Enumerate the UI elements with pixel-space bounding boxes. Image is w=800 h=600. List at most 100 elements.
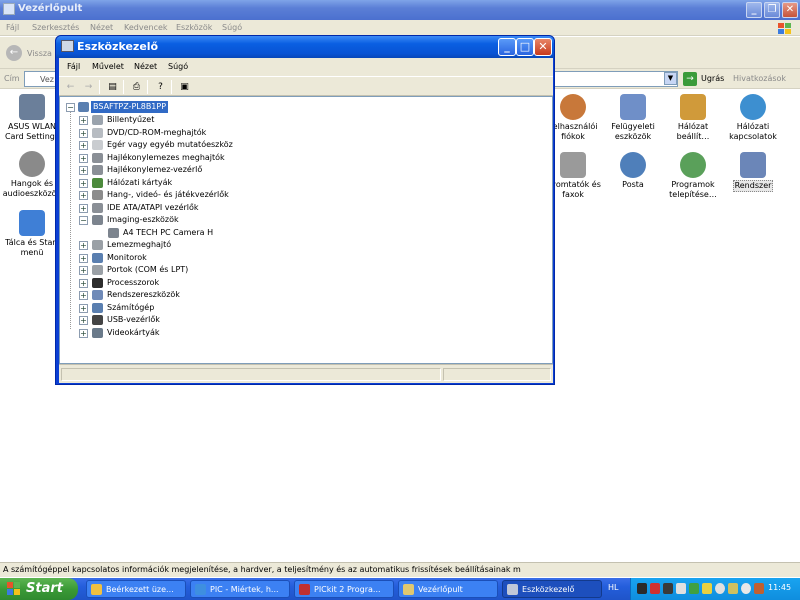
- device-manager-statusbar: [59, 364, 553, 383]
- go-button[interactable]: Ugrás: [701, 74, 724, 83]
- tray-icon[interactable]: [650, 583, 660, 594]
- tree-category[interactable]: + Billentyűzet: [60, 114, 360, 126]
- expand-icon[interactable]: +: [79, 166, 88, 175]
- tree-category[interactable]: + Hálózati kártyák: [60, 177, 360, 189]
- tree-category[interactable]: + Videokártyák: [60, 327, 360, 339]
- tree-category[interactable]: + DVD/CD-ROM-meghajtók: [60, 127, 360, 139]
- print-icon[interactable]: ⎙: [129, 80, 144, 94]
- tree-category[interactable]: + Lemezmeghajtó: [60, 239, 360, 251]
- tree-category[interactable]: + USB-vezérlők: [60, 314, 360, 326]
- tree-category[interactable]: + Hajlékonylemez-vezérlő: [60, 164, 360, 176]
- tree-device[interactable]: A4 TECH PC Camera H: [60, 227, 360, 239]
- menu-tools[interactable]: Eszközök: [176, 23, 212, 32]
- tree-category[interactable]: + Egér vagy egyéb mutatóeszköz: [60, 139, 360, 151]
- expand-icon[interactable]: +: [79, 153, 88, 163]
- tree-category[interactable]: + Hang-, videó- és játékvezérlők: [60, 189, 360, 201]
- dm-menu-view[interactable]: Nézet: [134, 62, 157, 71]
- language-indicator[interactable]: HL: [608, 583, 618, 592]
- go-arrow-icon[interactable]: →: [683, 72, 697, 86]
- forward-arrow-icon[interactable]: →: [81, 80, 96, 94]
- tree-category[interactable]: + Processzorok: [60, 277, 360, 289]
- cp-item-admin-tools[interactable]: Felügyeleti eszközök: [601, 94, 665, 142]
- menu-edit[interactable]: Szerkesztés: [32, 23, 79, 32]
- control-panel-titlebar[interactable]: Vezérlőpult _ ❐ ✕: [0, 0, 800, 20]
- tree-category[interactable]: − Imaging-eszközök: [60, 214, 360, 226]
- maximize-button[interactable]: ❐: [764, 2, 780, 18]
- expand-icon[interactable]: +: [79, 266, 88, 275]
- close-button[interactable]: ✕: [782, 2, 798, 18]
- tray-icon[interactable]: [637, 583, 647, 594]
- expand-icon[interactable]: +: [79, 253, 88, 263]
- expand-icon[interactable]: +: [79, 128, 88, 138]
- tray-icon[interactable]: [702, 583, 712, 594]
- expand-icon[interactable]: +: [79, 116, 88, 125]
- dm-minimize-button[interactable]: _: [498, 38, 516, 56]
- tree-category[interactable]: + Monitorok: [60, 252, 360, 264]
- expand-icon[interactable]: +: [79, 303, 88, 313]
- help-icon[interactable]: ?: [153, 80, 168, 94]
- taskbar-button-inbox[interactable]: Beérkezett üze...: [86, 580, 186, 598]
- expand-icon[interactable]: +: [79, 141, 88, 150]
- tree-category[interactable]: + Portok (COM és LPT): [60, 264, 360, 276]
- toolbar-separator: [99, 80, 100, 94]
- tray-icon[interactable]: [728, 583, 738, 594]
- speaker-icon[interactable]: [715, 583, 725, 594]
- back-arrow-icon[interactable]: ←: [6, 45, 22, 61]
- tree-root[interactable]: − BSAFTPZ-PL8B1PP: [60, 101, 260, 113]
- tray-icon[interactable]: [663, 583, 673, 594]
- tray-icon[interactable]: [676, 583, 686, 594]
- dm-menu-action[interactable]: Művelet: [92, 62, 124, 71]
- device-manager-icon: [61, 40, 74, 52]
- tree-category-label: DVD/CD-ROM-meghajtók: [107, 127, 207, 137]
- expand-icon[interactable]: +: [79, 316, 88, 325]
- links-toolbar[interactable]: Hivatkozások: [733, 74, 786, 83]
- expand-icon[interactable]: +: [79, 328, 88, 338]
- collapse-icon[interactable]: −: [66, 103, 75, 112]
- pickit-icon: [299, 584, 310, 595]
- dm-maximize-button[interactable]: □: [516, 38, 534, 56]
- dm-close-button[interactable]: ✕: [534, 38, 552, 56]
- tree-category[interactable]: + Számítógép: [60, 302, 360, 314]
- expand-icon[interactable]: +: [79, 203, 88, 213]
- expand-icon[interactable]: +: [79, 278, 88, 288]
- expand-icon[interactable]: +: [79, 291, 88, 300]
- menu-view[interactable]: Nézet: [90, 23, 113, 32]
- tree-category[interactable]: + IDE ATA/ATAPI vezérlők: [60, 202, 360, 214]
- tree-category-label: Hajlékonylemez-vezérlő: [107, 165, 203, 174]
- start-button[interactable]: Start: [0, 578, 78, 600]
- show-hide-tree-icon[interactable]: ▤: [105, 80, 120, 94]
- collapse-icon[interactable]: −: [79, 216, 88, 225]
- properties-icon[interactable]: ▣: [177, 80, 192, 94]
- tray-icon[interactable]: [741, 583, 751, 594]
- menu-favorites[interactable]: Kedvencek: [124, 23, 168, 32]
- cp-item-add-remove[interactable]: Programok telepítése…: [661, 152, 725, 200]
- expand-icon[interactable]: +: [79, 178, 88, 188]
- cp-item-network-setup[interactable]: Hálózat beállít…: [661, 94, 725, 142]
- device-manager-window: Eszközkezelő _ □ ✕ Fájl Művelet Nézet Sú…: [55, 35, 555, 385]
- taskbar-button-pickit[interactable]: PICkit 2 Progra...: [294, 580, 394, 598]
- taskbar-button-pic[interactable]: PIC - Miértek, h...: [190, 580, 290, 598]
- device-manager-titlebar[interactable]: Eszközkezelő _ □ ✕: [56, 36, 554, 58]
- dm-menu-help[interactable]: Súgó: [168, 62, 188, 71]
- cp-item-mail[interactable]: Posta: [601, 152, 665, 190]
- expand-icon[interactable]: +: [79, 191, 88, 200]
- tray-icon[interactable]: [754, 583, 764, 594]
- taskbar-button-device-manager[interactable]: Eszközkezelő: [502, 580, 602, 598]
- minimize-button[interactable]: _: [746, 2, 762, 18]
- expand-icon[interactable]: +: [79, 241, 88, 250]
- dm-menu-file[interactable]: Fájl: [67, 62, 80, 71]
- tree-category[interactable]: + Hajlékonylemezes meghajtók: [60, 152, 360, 164]
- menu-help[interactable]: Súgó: [222, 23, 242, 32]
- control-panel-menubar: Fájl Szerkesztés Nézet Kedvencek Eszközö…: [0, 20, 800, 36]
- menu-file[interactable]: Fájl: [6, 23, 19, 32]
- back-arrow-icon[interactable]: ←: [63, 80, 78, 94]
- tree-category[interactable]: + Rendszereszközök: [60, 289, 360, 301]
- taskbar-button-control-panel[interactable]: Vezérlőpult: [398, 580, 498, 598]
- system-icon: [740, 152, 766, 178]
- device-tree[interactable]: − BSAFTPZ-PL8B1PP + Billentyűzet + DVD/CD-R…: [59, 96, 553, 364]
- address-dropdown-icon[interactable]: ▼: [664, 72, 677, 85]
- tray-icon[interactable]: [689, 583, 699, 594]
- cp-item-system[interactable]: Rendszer: [721, 152, 785, 192]
- back-button-label[interactable]: Vissza: [27, 49, 52, 58]
- cp-item-network-connections[interactable]: Hálózati kapcsolatok: [721, 94, 785, 142]
